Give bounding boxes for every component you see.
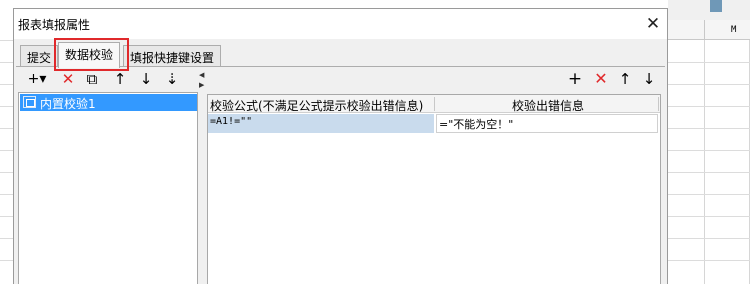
list-item[interactable]: 内置校验1 [20,94,197,111]
close-icon[interactable]: ✕ [642,13,664,35]
tab-fill-shortcuts-label: 填报快捷键设置 [130,51,215,65]
table-header: 校验公式(不满足公式提示校验出错信息) 校验出错信息 [208,95,660,113]
validation-item-label: 内置校验1 [40,97,96,111]
validation-list[interactable]: 内置校验1 [18,92,198,284]
rule-toolbar: + ✕ ↑ ↓ [205,67,663,93]
table-row[interactable]: =A1!="" ="不能为空！" [208,114,660,133]
report-fill-properties-dialog: 报表填报属性 ✕ 提交 数据校验 填报快捷键设置 +▾ ✕ ⧉ ↑ ↓ ⇣ 内置… [13,8,668,284]
delete-validation-icon[interactable]: ✕ [58,69,78,89]
tab-fill-shortcuts[interactable]: 填报快捷键设置 [123,45,222,67]
expand-right-icon[interactable]: ▶ [199,81,204,89]
validation-item-icon [23,96,36,108]
column-header-formula: 校验公式(不满足公式提示校验出错信息) [210,99,424,113]
column-header-message: 校验出错信息 [512,99,585,113]
rule-move-down-icon[interactable]: ↓ [639,69,659,89]
tab-submit-label: 提交 [27,51,52,65]
tab-data-validation[interactable]: 数据校验 [58,42,121,68]
formula-cell[interactable]: =A1!="" [208,114,434,133]
column-header-m[interactable]: M [731,25,736,35]
move-up-icon[interactable]: ↑ [110,69,130,89]
add-validation-icon[interactable]: +▾ [24,69,50,89]
tab-submit[interactable]: 提交 [20,45,59,67]
message-cell[interactable]: ="不能为空！" [436,114,658,133]
sort-icon[interactable]: ⇣ [162,69,182,89]
dialog-title-bar: 报表填报属性 ✕ [14,9,667,39]
delete-rule-icon[interactable]: ✕ [591,69,611,89]
validation-list-toolbar: +▾ ✕ ⧉ ↑ ↓ ⇣ [18,67,198,91]
sheet-top-bar [668,0,750,20]
sheet-column-header [668,20,750,40]
sheet-left-strip [0,0,14,284]
rule-table: 校验公式(不满足公式提示校验出错信息) 校验出错信息 =A1!="" ="不能为… [207,94,661,284]
add-rule-icon[interactable]: + [565,69,585,89]
dialog-title: 报表填报属性 [18,18,91,32]
tab-bar: 提交 数据校验 填报快捷键设置 [14,41,667,68]
tab-data-validation-label: 数据校验 [65,48,114,62]
validation-rule-pane: + ✕ ↑ ↓ 校验公式(不满足公式提示校验出错信息) 校验出错信息 =A1!=… [205,67,663,284]
rule-move-up-icon[interactable]: ↑ [615,69,635,89]
collapse-left-icon[interactable]: ◀ [199,71,204,79]
move-down-icon[interactable]: ↓ [136,69,156,89]
copy-validation-icon[interactable]: ⧉ [82,69,102,89]
validation-list-pane: +▾ ✕ ⧉ ↑ ↓ ⇣ 内置校验1 [18,67,198,284]
